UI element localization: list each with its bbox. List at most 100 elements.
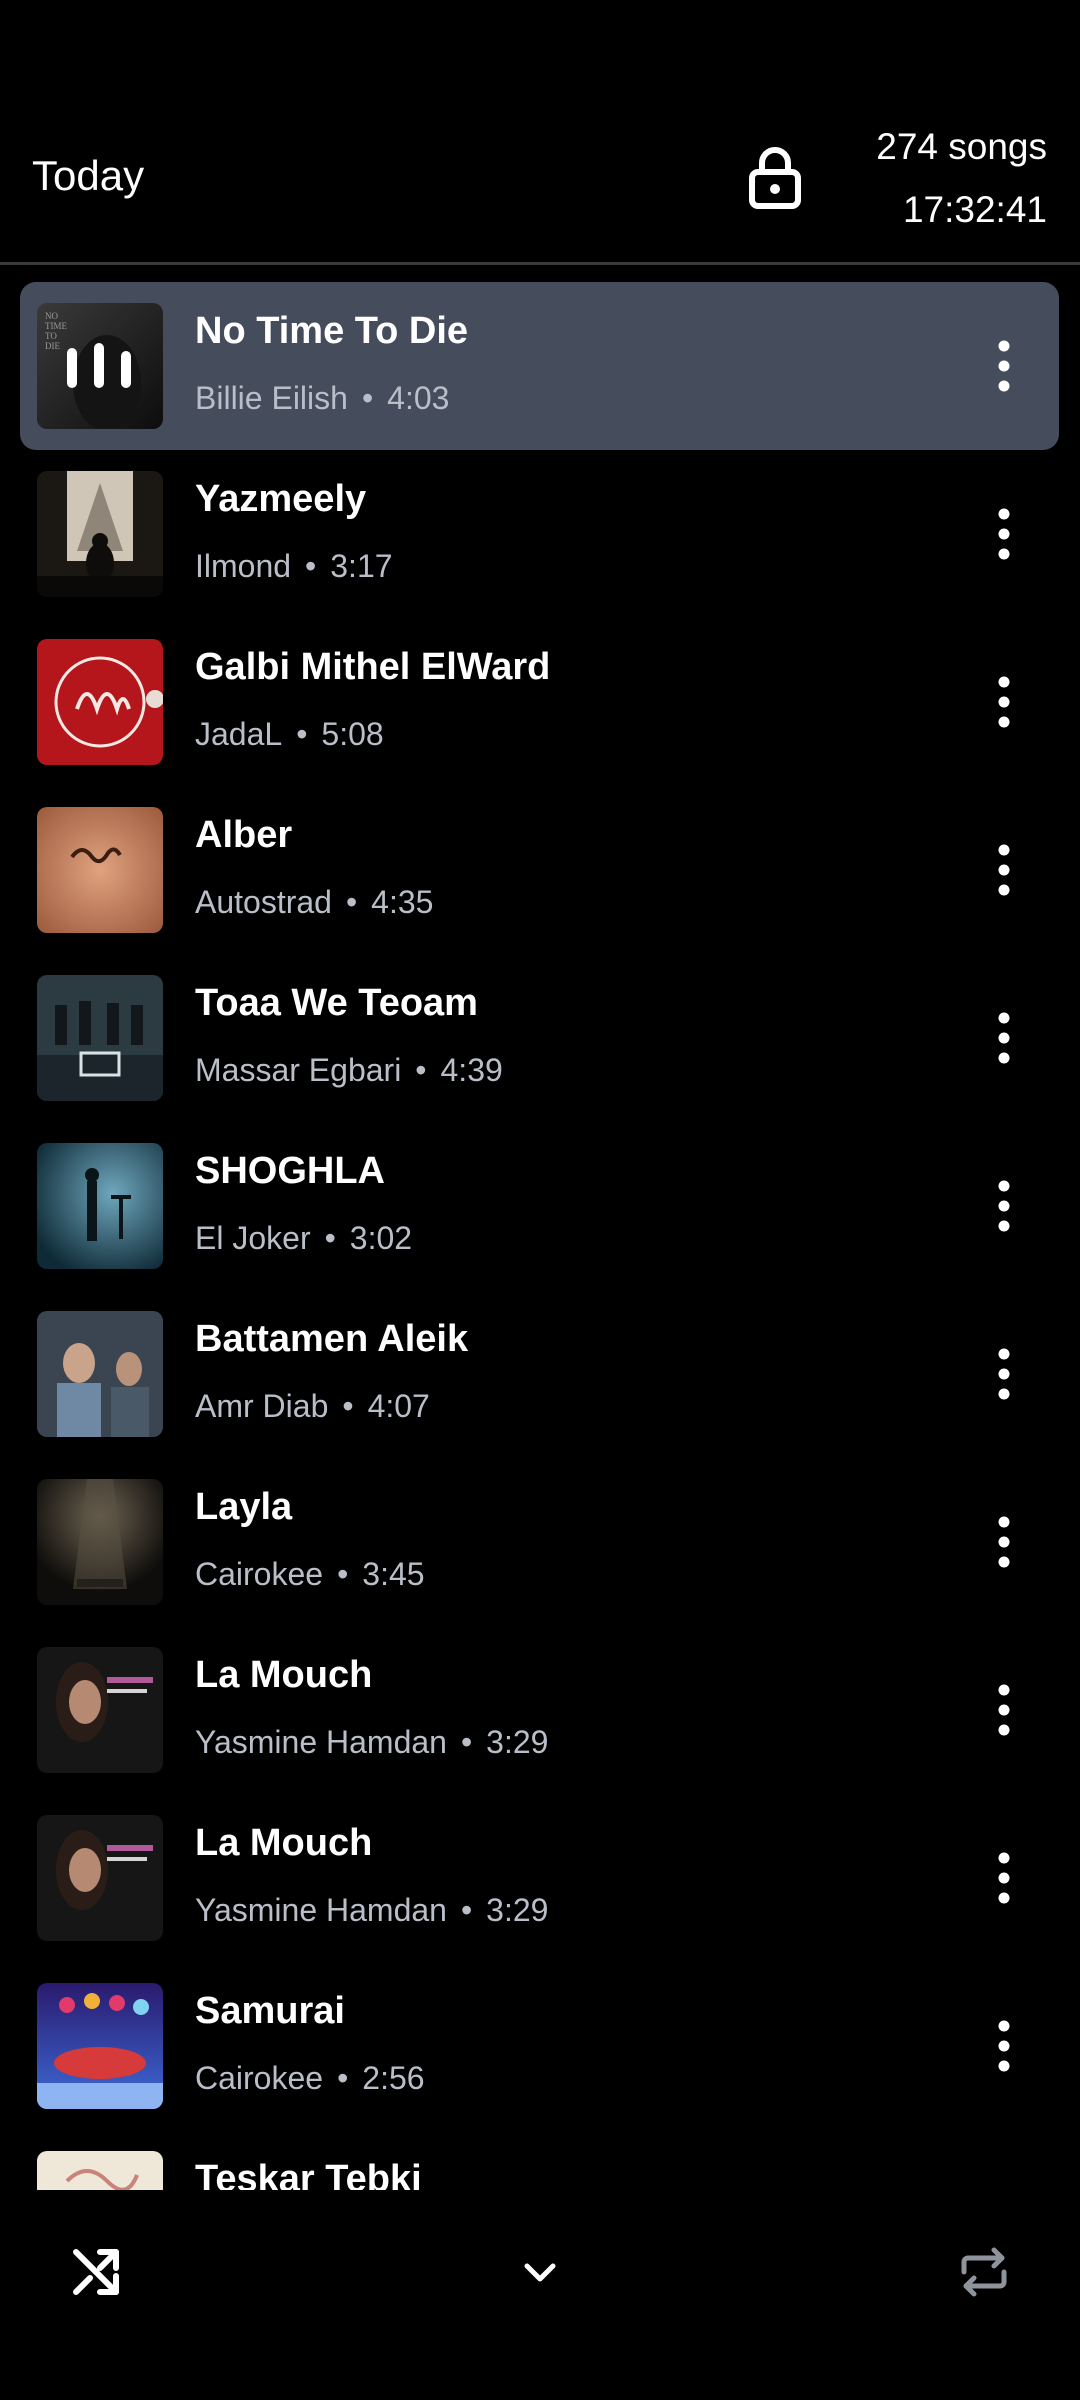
album-art: NO TIME TO DIE bbox=[37, 303, 163, 429]
lock-button[interactable] bbox=[745, 144, 805, 210]
song-artist: Massar Egbari bbox=[195, 1052, 402, 1088]
song-meta: Cairokee • 2:56 bbox=[195, 2060, 425, 2097]
song-meta: Cairokee • 3:45 bbox=[195, 1556, 425, 1593]
song-artist: Yasmine Hamdan bbox=[195, 1892, 447, 1928]
song-row[interactable]: Samurai Cairokee • 2:56 bbox=[20, 1962, 1059, 2130]
more-options-button[interactable] bbox=[989, 336, 1019, 396]
more-options-button[interactable] bbox=[989, 1680, 1019, 1740]
song-duration: 3:29 bbox=[486, 1892, 549, 1928]
song-duration: 4:03 bbox=[387, 380, 450, 416]
song-artist: Cairokee bbox=[195, 1556, 324, 1592]
song-artist: Ilmond bbox=[195, 548, 292, 584]
song-artist: Billie Eilish bbox=[195, 380, 348, 416]
more-options-button[interactable] bbox=[989, 1512, 1019, 1572]
album-art bbox=[37, 1647, 163, 1773]
song-row[interactable]: Teskar Tebki bbox=[20, 2130, 1059, 2190]
meta-separator: • bbox=[342, 1388, 354, 1424]
song-row[interactable]: Toaa We Teoam Massar Egbari • 4:39 bbox=[20, 954, 1059, 1122]
clock-readout: 17:32:41 bbox=[902, 189, 1047, 230]
song-row[interactable]: Battamen Aleik Amr Diab • 4:07 bbox=[20, 1290, 1059, 1458]
meta-separator: • bbox=[460, 1724, 473, 1760]
song-row[interactable]: SHOGHLA El Joker • 3:02 bbox=[20, 1122, 1059, 1290]
playing-bars-icon bbox=[67, 343, 131, 388]
song-duration: 3:45 bbox=[362, 1556, 425, 1592]
song-meta: JadaL • 5:08 bbox=[195, 716, 384, 753]
more-options-button[interactable] bbox=[989, 672, 1019, 732]
song-meta: Massar Egbari • 4:39 bbox=[195, 1052, 503, 1089]
meta-separator: • bbox=[305, 548, 317, 584]
more-vertical-icon bbox=[998, 844, 1010, 896]
song-meta: Yasmine Hamdan • 3:29 bbox=[195, 1892, 548, 1929]
song-title: Samurai bbox=[195, 1990, 345, 2032]
song-title: Battamen Aleik bbox=[195, 1318, 469, 1360]
more-vertical-icon bbox=[998, 508, 1010, 560]
album-art bbox=[37, 975, 163, 1101]
more-vertical-icon bbox=[998, 340, 1010, 392]
album-art bbox=[37, 1311, 163, 1437]
more-options-button[interactable] bbox=[989, 1176, 1019, 1236]
more-options-button[interactable] bbox=[989, 840, 1019, 900]
more-vertical-icon bbox=[998, 676, 1010, 728]
song-row-active[interactable]: NO TIME TO DIE No Time To Die Billie Eil… bbox=[20, 282, 1059, 450]
song-title: Teskar Tebki bbox=[195, 2158, 422, 2190]
meta-separator: • bbox=[337, 2060, 349, 2096]
meta-separator: • bbox=[361, 380, 374, 416]
more-vertical-icon bbox=[998, 2020, 1010, 2072]
more-vertical-icon bbox=[998, 1348, 1010, 1400]
song-meta: Yasmine Hamdan • 3:29 bbox=[195, 1724, 548, 1761]
more-options-button[interactable] bbox=[989, 1344, 1019, 1404]
song-duration: 2:56 bbox=[362, 2060, 425, 2096]
album-art bbox=[37, 1983, 163, 2109]
page-title: Today bbox=[32, 152, 145, 199]
repeat-button[interactable] bbox=[954, 2242, 1014, 2302]
song-duration: 3:29 bbox=[486, 1724, 549, 1760]
song-artist: Amr Diab bbox=[195, 1388, 329, 1424]
meta-separator: • bbox=[337, 1556, 349, 1592]
song-row[interactable]: La Mouch Yasmine Hamdan • 3:29 bbox=[20, 1794, 1059, 1962]
album-art bbox=[37, 1815, 163, 1941]
queue-header: Today 274 songs 17:32:41 bbox=[0, 0, 1080, 262]
meta-separator: • bbox=[296, 716, 308, 752]
more-vertical-icon bbox=[998, 1012, 1010, 1064]
song-row[interactable]: La Mouch Yasmine Hamdan • 3:29 bbox=[20, 1626, 1059, 1794]
song-duration: 4:39 bbox=[440, 1052, 503, 1088]
more-vertical-icon bbox=[998, 1684, 1010, 1736]
song-artist: El Joker bbox=[195, 1220, 311, 1256]
more-options-button[interactable] bbox=[989, 1848, 1019, 1908]
song-row[interactable]: Yazmeely Ilmond • 3:17 bbox=[20, 450, 1059, 618]
song-artist: Autostrad bbox=[195, 884, 332, 920]
shuffle-button[interactable] bbox=[66, 2242, 126, 2302]
song-title: Toaa We Teoam bbox=[195, 982, 478, 1024]
song-row[interactable]: Galbi Mithel ElWard JadaL • 5:08 bbox=[20, 618, 1059, 786]
more-vertical-icon bbox=[998, 1516, 1010, 1568]
shuffle-icon bbox=[73, 2249, 119, 2295]
song-row[interactable]: Alber Autostrad • 4:35 bbox=[20, 786, 1059, 954]
album-art bbox=[37, 639, 163, 765]
song-duration: 3:17 bbox=[330, 548, 393, 584]
song-list[interactable]: NO TIME TO DIE No Time To Die Billie Eil… bbox=[0, 282, 1080, 2190]
song-title: No Time To Die bbox=[195, 310, 469, 352]
song-meta: Billie Eilish • 4:03 bbox=[195, 380, 449, 417]
song-title: La Mouch bbox=[195, 1654, 373, 1696]
song-duration: 4:07 bbox=[367, 1388, 430, 1424]
song-title: La Mouch bbox=[195, 1822, 373, 1864]
chevron-down-icon bbox=[524, 2263, 556, 2282]
song-meta: Amr Diab • 4:07 bbox=[195, 1388, 430, 1425]
collapse-queue-button[interactable] bbox=[510, 2242, 570, 2302]
more-options-button[interactable] bbox=[989, 504, 1019, 564]
more-options-button[interactable] bbox=[989, 1008, 1019, 1068]
song-meta: Ilmond • 3:17 bbox=[195, 548, 393, 585]
meta-separator: • bbox=[415, 1052, 427, 1088]
song-artist: Cairokee bbox=[195, 2060, 324, 2096]
lock-icon bbox=[749, 147, 801, 209]
song-meta: Autostrad • 4:35 bbox=[195, 884, 433, 921]
song-count: 274 songs bbox=[876, 126, 1047, 167]
album-art bbox=[37, 471, 163, 597]
song-title: SHOGHLA bbox=[195, 1150, 385, 1192]
album-art bbox=[37, 1143, 163, 1269]
song-row[interactable]: Layla Cairokee • 3:45 bbox=[20, 1458, 1059, 1626]
meta-separator: • bbox=[345, 884, 358, 920]
album-art bbox=[37, 1479, 163, 1605]
music-queue-screen: Today 274 songs 17:32:41 NO TIME TO DIE … bbox=[0, 0, 1080, 2400]
more-options-button[interactable] bbox=[989, 2016, 1019, 2076]
